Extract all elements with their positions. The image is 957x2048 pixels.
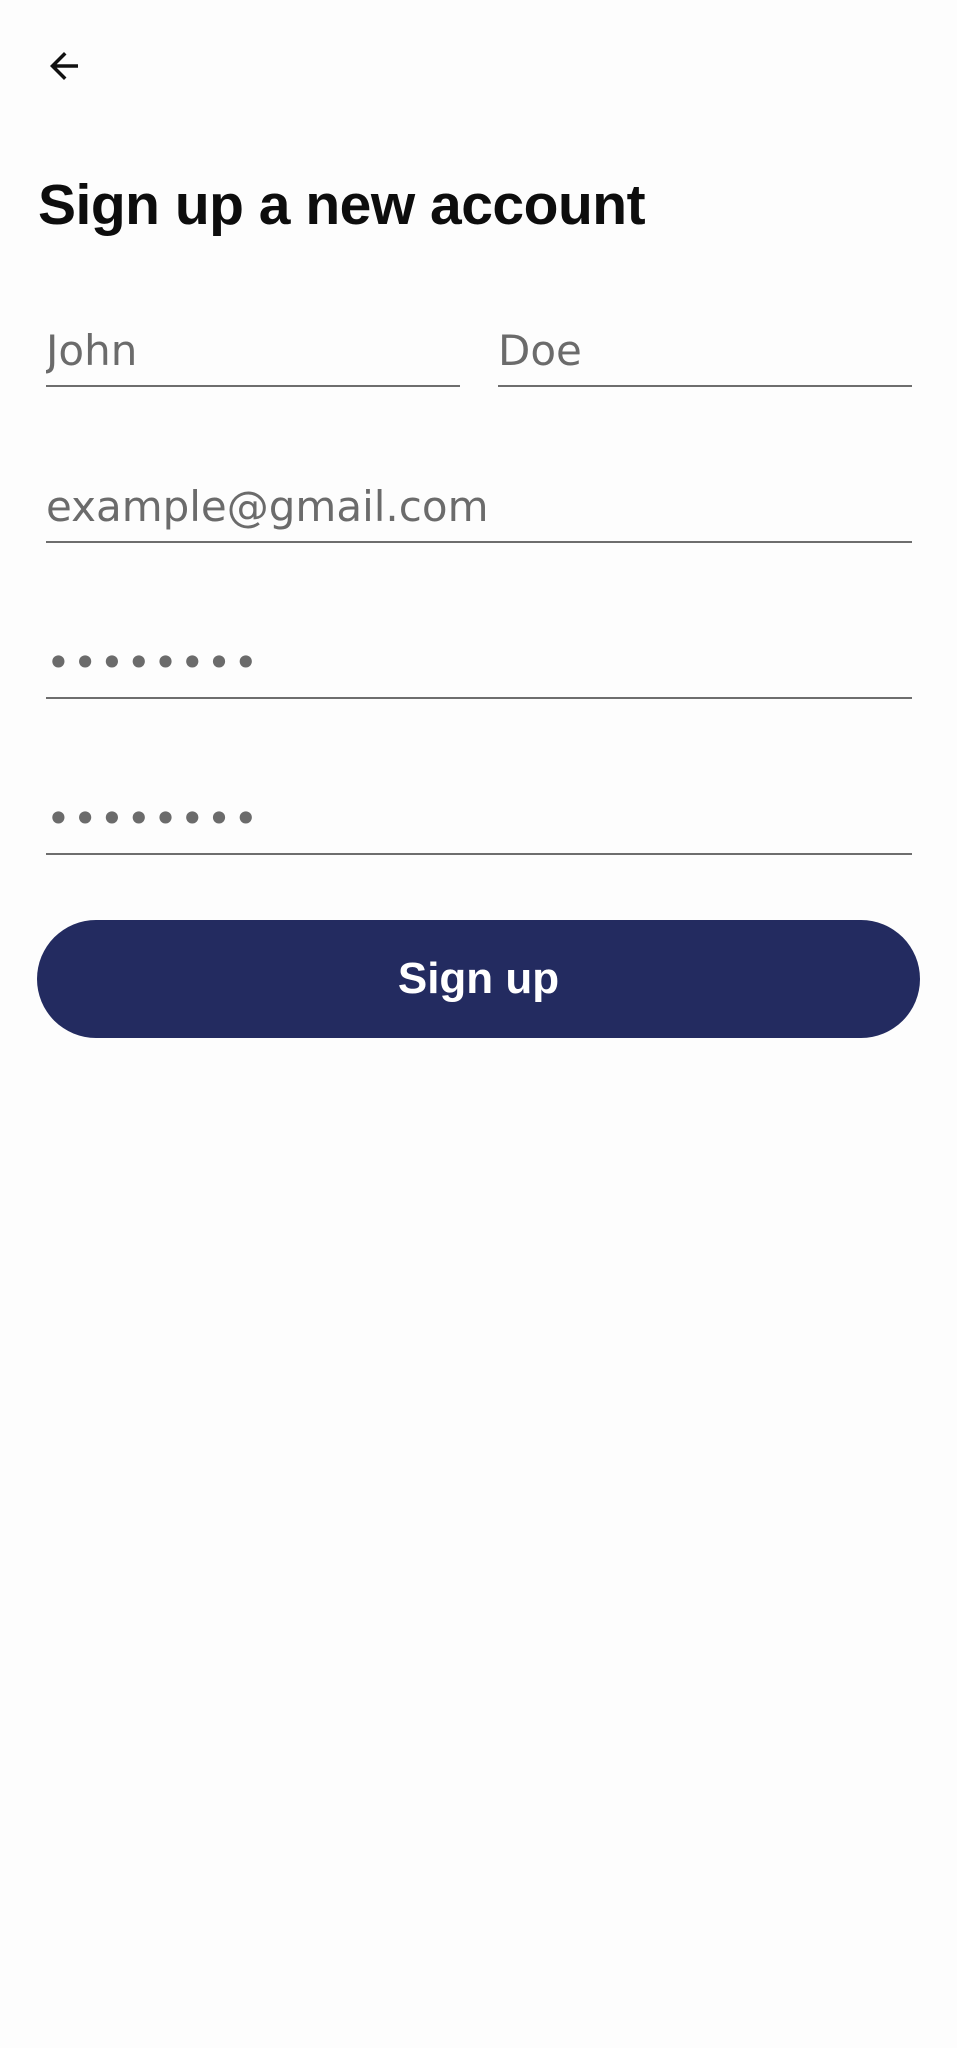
password-input[interactable]: [46, 638, 912, 687]
confirm-password-field: [46, 779, 912, 855]
first-name-input[interactable]: [46, 326, 460, 375]
password-field: [46, 623, 912, 699]
arrow-left-icon: [50, 52, 78, 80]
back-button[interactable]: [36, 38, 92, 94]
last-name-input[interactable]: [498, 326, 912, 375]
last-name-field: [498, 311, 912, 387]
email-input[interactable]: [46, 482, 912, 531]
page-title: Sign up a new account: [38, 173, 646, 237]
first-name-field: [46, 311, 460, 387]
email-field: [46, 467, 912, 543]
confirm-password-input[interactable]: [46, 794, 912, 843]
sign-up-button[interactable]: Sign up: [37, 920, 920, 1038]
